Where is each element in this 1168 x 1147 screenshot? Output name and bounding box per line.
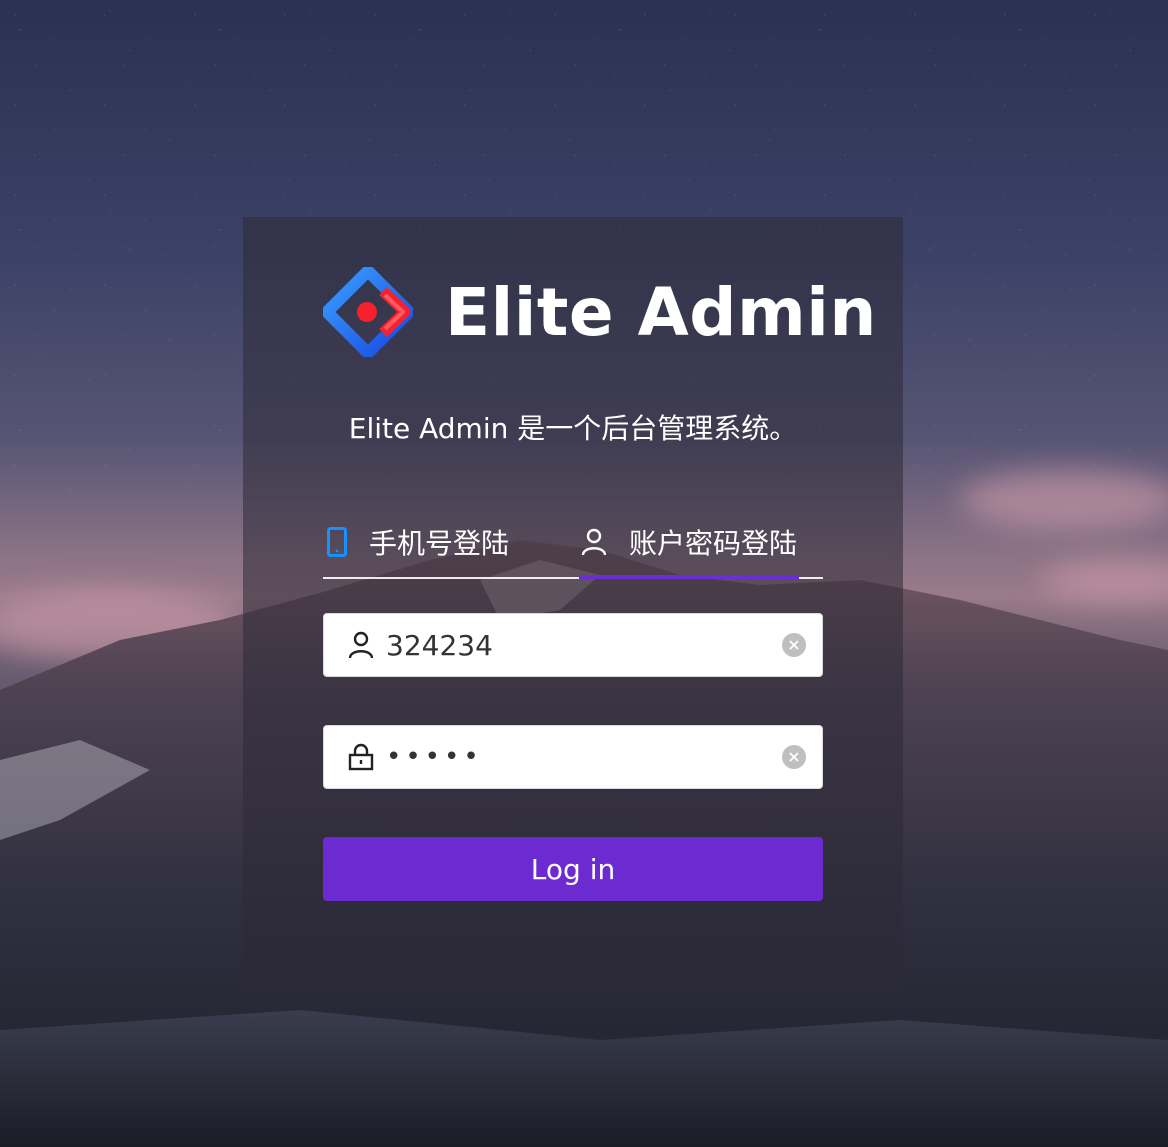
clear-password-icon[interactable]: [782, 745, 806, 769]
app-title: Elite Admin: [445, 273, 877, 351]
active-tab-indicator: [579, 575, 799, 579]
login-tabs: 手机号登陆 账户密码登陆: [323, 507, 823, 579]
password-input[interactable]: [386, 726, 782, 788]
user-icon: [581, 528, 607, 556]
login-card: Elite Admin Elite Admin 是一个后台管理系统。 手机号登陆…: [243, 217, 903, 989]
tab-phone-label: 手机号登陆: [369, 527, 510, 560]
login-button[interactable]: Log in: [323, 837, 823, 901]
username-input[interactable]: [386, 614, 782, 676]
lock-icon: [348, 743, 374, 771]
clear-username-icon[interactable]: [782, 633, 806, 657]
app-subtitle: Elite Admin 是一个后台管理系统。: [348, 412, 798, 445]
user-icon: [348, 631, 374, 659]
tab-account-login[interactable]: 账户密码登陆: [581, 507, 797, 577]
password-field[interactable]: [323, 725, 823, 789]
logo-icon: [323, 267, 413, 357]
mobile-icon: [327, 527, 347, 557]
tab-phone-login[interactable]: 手机号登陆: [327, 507, 509, 577]
username-field[interactable]: [323, 613, 823, 677]
tab-account-label: 账户密码登陆: [629, 527, 798, 560]
brand-header: Elite Admin: [323, 267, 877, 357]
